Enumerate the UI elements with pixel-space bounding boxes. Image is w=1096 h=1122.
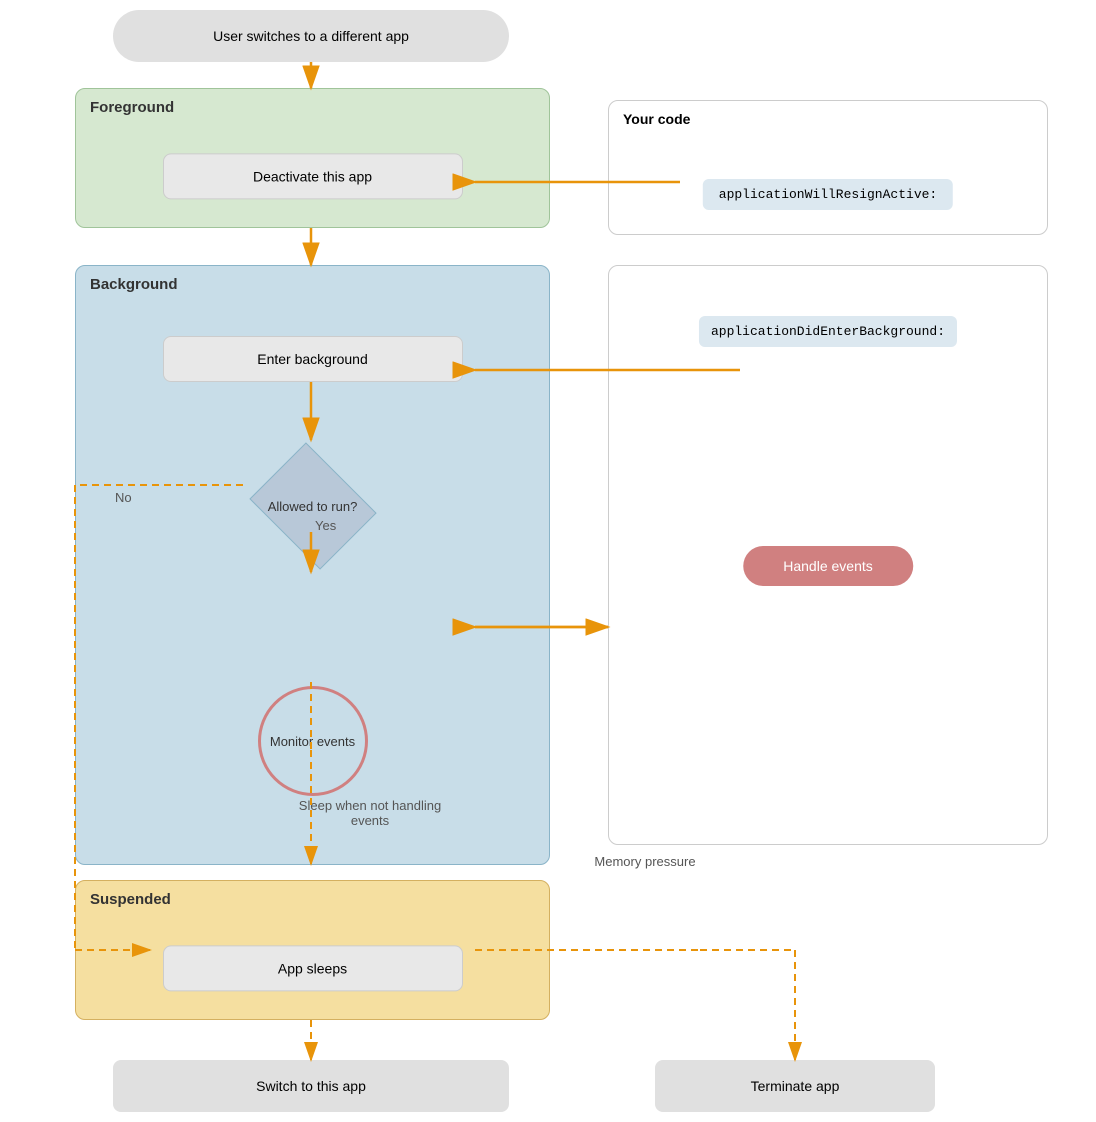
right-panel-your-code: Your code applicationWillResignActive: <box>608 100 1048 235</box>
node-terminate-app-label: Terminate app <box>751 1078 840 1094</box>
node-monitor-events: Monitor events <box>258 686 368 796</box>
node-user-switches-label: User switches to a different app <box>213 28 409 44</box>
section-suspended: Suspended App sleeps <box>75 880 550 1020</box>
node-switch-to-app-label: Switch to this app <box>256 1078 366 1094</box>
right-panel-your-code-label: Your code <box>623 111 690 127</box>
section-foreground-label: Foreground <box>90 99 174 116</box>
node-user-switches: User switches to a different app <box>113 10 509 62</box>
label-yes: Yes <box>315 518 336 533</box>
code-box-resign-active: applicationWillResignActive: <box>703 179 953 210</box>
section-foreground: Foreground Deactivate this app <box>75 88 550 228</box>
node-app-sleeps: App sleeps <box>163 945 463 991</box>
node-monitor-events-label: Monitor events <box>270 734 355 749</box>
label-no: No <box>115 490 132 505</box>
node-enter-background-label: Enter background <box>257 351 368 367</box>
node-deactivate: Deactivate this app <box>163 153 463 199</box>
label-memory: Memory pressure <box>555 854 735 869</box>
node-enter-background: Enter background <box>163 336 463 382</box>
section-background: Background Enter background Allowed to r… <box>75 265 550 865</box>
section-background-label: Background <box>90 276 178 293</box>
node-app-sleeps-label: App sleeps <box>278 960 347 976</box>
right-panel-background: applicationDidEnterBackground: Handle ev… <box>608 265 1048 845</box>
node-handle-events-label: Handle events <box>783 558 873 574</box>
node-switch-to-app: Switch to this app <box>113 1060 509 1112</box>
label-sleep: Sleep when not handling events <box>290 798 450 828</box>
node-terminate-app: Terminate app <box>655 1060 935 1112</box>
diamond-text: Allowed to run? <box>253 461 373 551</box>
diamond-allowed: Allowed to run? <box>253 461 373 551</box>
section-suspended-label: Suspended <box>90 891 171 908</box>
code-box-enter-bg: applicationDidEnterBackground: <box>699 316 957 347</box>
node-handle-events: Handle events <box>743 546 913 586</box>
diagram-container: User switches to a different app Foregro… <box>0 0 1096 1122</box>
node-deactivate-label: Deactivate this app <box>253 168 372 184</box>
